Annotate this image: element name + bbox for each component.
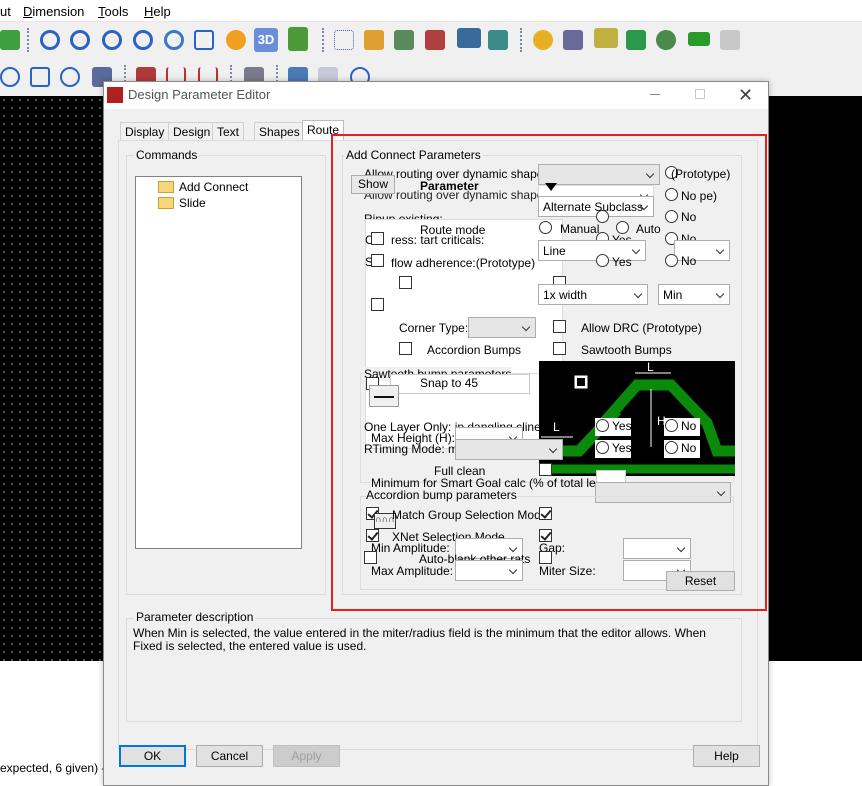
rect-icon[interactable] xyxy=(30,67,50,87)
description-label: Parameter description xyxy=(134,610,256,624)
menu-help-rest: elp xyxy=(153,4,171,19)
color-icon[interactable] xyxy=(364,30,384,50)
dialog-title: Design Parameter Editor xyxy=(128,87,271,102)
cm-icon[interactable] xyxy=(457,28,481,48)
toolbar-separator xyxy=(322,28,324,52)
report-icon[interactable] xyxy=(563,30,583,50)
apply-button: Apply xyxy=(273,745,340,767)
menu-bar: ut Dimension Tools Help xyxy=(0,0,862,22)
toolbar-separator xyxy=(520,28,522,52)
help-button[interactable]: Help xyxy=(693,745,760,767)
commands-tree[interactable]: Add Connect Slide xyxy=(135,176,302,549)
refresh-icon[interactable] xyxy=(226,30,246,50)
description-text: When Min is selected, the value entered … xyxy=(133,626,706,653)
folder-icon xyxy=(158,197,174,209)
folder-icon xyxy=(158,181,174,193)
highlight-box xyxy=(331,134,767,611)
design-canvas-right[interactable] xyxy=(768,96,862,661)
menu-item-help[interactable]: Help xyxy=(144,4,171,19)
sum-icon[interactable] xyxy=(626,30,646,50)
menu-item-tools[interactable]: Tools xyxy=(98,4,128,19)
zoom-world-icon[interactable] xyxy=(164,30,184,50)
close-icon[interactable]: ✕ xyxy=(738,85,753,106)
tab-shapes[interactable]: Shapes xyxy=(254,122,305,140)
add-icon[interactable] xyxy=(656,30,676,50)
constraints-icon[interactable] xyxy=(425,30,445,50)
toolbar-main: 3D xyxy=(0,22,862,59)
tab-display[interactable]: Display xyxy=(120,122,170,140)
dialog-titlebar[interactable]: Design Parameter Editor ✕ xyxy=(104,82,768,109)
toolbar-separator xyxy=(27,28,29,52)
menu-tools-rest: ools xyxy=(104,4,129,19)
arc-icon[interactable] xyxy=(0,67,20,87)
grid-icon[interactable] xyxy=(334,30,354,50)
layers-icon[interactable] xyxy=(394,30,414,50)
circle-icon[interactable] xyxy=(60,67,80,87)
commands-label: Commands xyxy=(134,148,200,162)
ok-button[interactable]: OK xyxy=(119,745,186,767)
tree-item-add-connect[interactable]: Add Connect xyxy=(179,180,248,194)
cancel-button[interactable]: Cancel xyxy=(196,745,263,767)
3d-view-icon[interactable]: 3D xyxy=(254,28,278,52)
minimize-icon[interactable] xyxy=(650,94,660,95)
zoom-fit-icon[interactable] xyxy=(40,30,60,50)
menu-item-partial[interactable]: ut xyxy=(0,4,11,19)
chip-icon[interactable] xyxy=(488,30,508,50)
maximize-icon xyxy=(695,89,705,99)
zoom-center-icon[interactable] xyxy=(194,30,214,50)
console-area: expected, 6 given) - ( xyxy=(0,661,113,786)
zoom-points-icon[interactable] xyxy=(70,30,90,50)
tab-text[interactable]: Text xyxy=(212,122,245,140)
pin-icon[interactable] xyxy=(0,30,20,50)
zoom-out-icon[interactable] xyxy=(133,30,153,50)
menu-item-dimension[interactable]: Dimension xyxy=(23,4,84,19)
flip-icon[interactable] xyxy=(288,27,308,51)
app-icon xyxy=(107,87,123,103)
design-canvas[interactable] xyxy=(0,96,104,661)
tab-design[interactable]: Design xyxy=(168,122,216,140)
r1-icon[interactable] xyxy=(688,32,710,46)
info-icon[interactable] xyxy=(533,30,553,50)
measure-icon[interactable] xyxy=(594,28,618,48)
menu-dimension-rest: imension xyxy=(32,4,85,19)
console-text: expected, 6 given) - ( xyxy=(0,761,113,775)
tree-item-slide[interactable]: Slide xyxy=(179,196,206,210)
disabled-icon xyxy=(720,30,740,50)
zoom-in-icon[interactable] xyxy=(102,30,122,50)
